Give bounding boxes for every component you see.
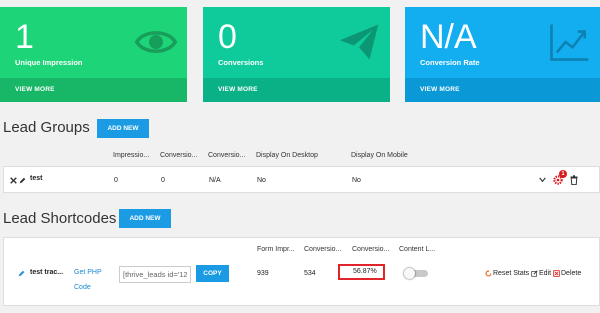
lead-groups-title: Lead Groups <box>3 119 90 136</box>
column-header-conversion-rate[interactable]: Conversio... <box>208 152 245 159</box>
shortcode-name[interactable]: test trac... <box>30 269 63 276</box>
stat-label: Conversion Rate <box>420 58 480 67</box>
column-header-content-locking[interactable]: Content L... <box>399 246 435 253</box>
conversion-rate-value: 56.87% <box>353 268 377 275</box>
add-lead-shortcode-button[interactable]: ADD NEW <box>119 209 171 228</box>
code-link[interactable]: Code <box>74 284 91 291</box>
reset-icon[interactable] <box>485 270 492 277</box>
eye-icon <box>135 31 177 53</box>
delete-icon[interactable] <box>553 270 560 277</box>
copy-button[interactable]: COPY <box>196 265 229 282</box>
content-locking-toggle[interactable] <box>404 268 428 279</box>
lead-shortcodes-title: Lead Shortcodes <box>3 210 117 227</box>
reset-stats-link[interactable]: Reset Stats <box>493 270 529 277</box>
trending-chart-icon <box>550 24 589 61</box>
lead-group-row[interactable]: test 0 0 N/A No No 1 <box>3 166 600 193</box>
lead-group-impressions: 0 <box>114 177 118 184</box>
stat-card-unique-impression: 1 Unique Impression VIEW MORE <box>0 7 187 102</box>
lead-group-conversions: 0 <box>161 177 165 184</box>
view-more-link[interactable]: VIEW MORE <box>0 78 187 102</box>
column-header-conversions[interactable]: Conversio... <box>160 152 197 159</box>
move-icon[interactable] <box>10 177 17 184</box>
view-more-link[interactable]: VIEW MORE <box>405 78 600 102</box>
paper-plane-icon <box>339 24 379 60</box>
pencil-icon[interactable] <box>19 177 26 184</box>
conversion-rate-highlight: 56.87% <box>338 264 385 280</box>
lead-shortcodes-table: Form Impr... Conversio... Conversio... C… <box>3 237 600 306</box>
stat-card-conversions: 0 Conversions VIEW MORE <box>203 7 390 102</box>
lead-group-name[interactable]: test <box>30 175 42 182</box>
shortcode-input[interactable]: [thrive_leads id='12 <box>119 266 191 283</box>
stat-label: Unique Impression <box>15 58 83 67</box>
add-lead-group-button[interactable]: ADD NEW <box>97 119 149 138</box>
notification-badge: 1 <box>559 170 567 178</box>
view-more-link[interactable]: VIEW MORE <box>203 78 390 102</box>
column-header-display-mobile: Display On Mobile <box>351 152 408 159</box>
delete-link[interactable]: Delete <box>561 270 581 277</box>
get-php-link[interactable]: Get PHP <box>74 269 102 276</box>
lead-group-mobile: No <box>352 177 361 184</box>
trash-icon[interactable] <box>570 175 578 185</box>
lead-group-conversion-rate: N/A <box>209 177 221 184</box>
column-header-form-impressions[interactable]: Form Impr... <box>257 246 295 253</box>
stat-card-conversion-rate: N/A Conversion Rate VIEW MORE <box>405 7 600 102</box>
edit-icon[interactable] <box>531 270 538 277</box>
conversions-value: 534 <box>304 270 316 277</box>
lead-group-desktop: No <box>257 177 266 184</box>
toggle-knob <box>404 268 415 279</box>
stat-label: Conversions <box>218 58 264 67</box>
column-header-conversion-rate[interactable]: Conversio... <box>352 246 389 253</box>
column-header-conversions[interactable]: Conversio... <box>304 246 341 253</box>
edit-link[interactable]: Edit <box>539 270 551 277</box>
column-header-impressions[interactable]: Impressio... <box>113 152 149 159</box>
pencil-icon[interactable] <box>18 270 25 277</box>
stat-value: 0 <box>218 18 237 56</box>
chevron-down-icon[interactable] <box>539 177 546 183</box>
stat-value: N/A <box>420 18 477 56</box>
form-impressions-value: 939 <box>257 270 269 277</box>
stat-value: 1 <box>15 18 34 56</box>
column-header-display-desktop: Display On Desktop <box>256 152 318 159</box>
